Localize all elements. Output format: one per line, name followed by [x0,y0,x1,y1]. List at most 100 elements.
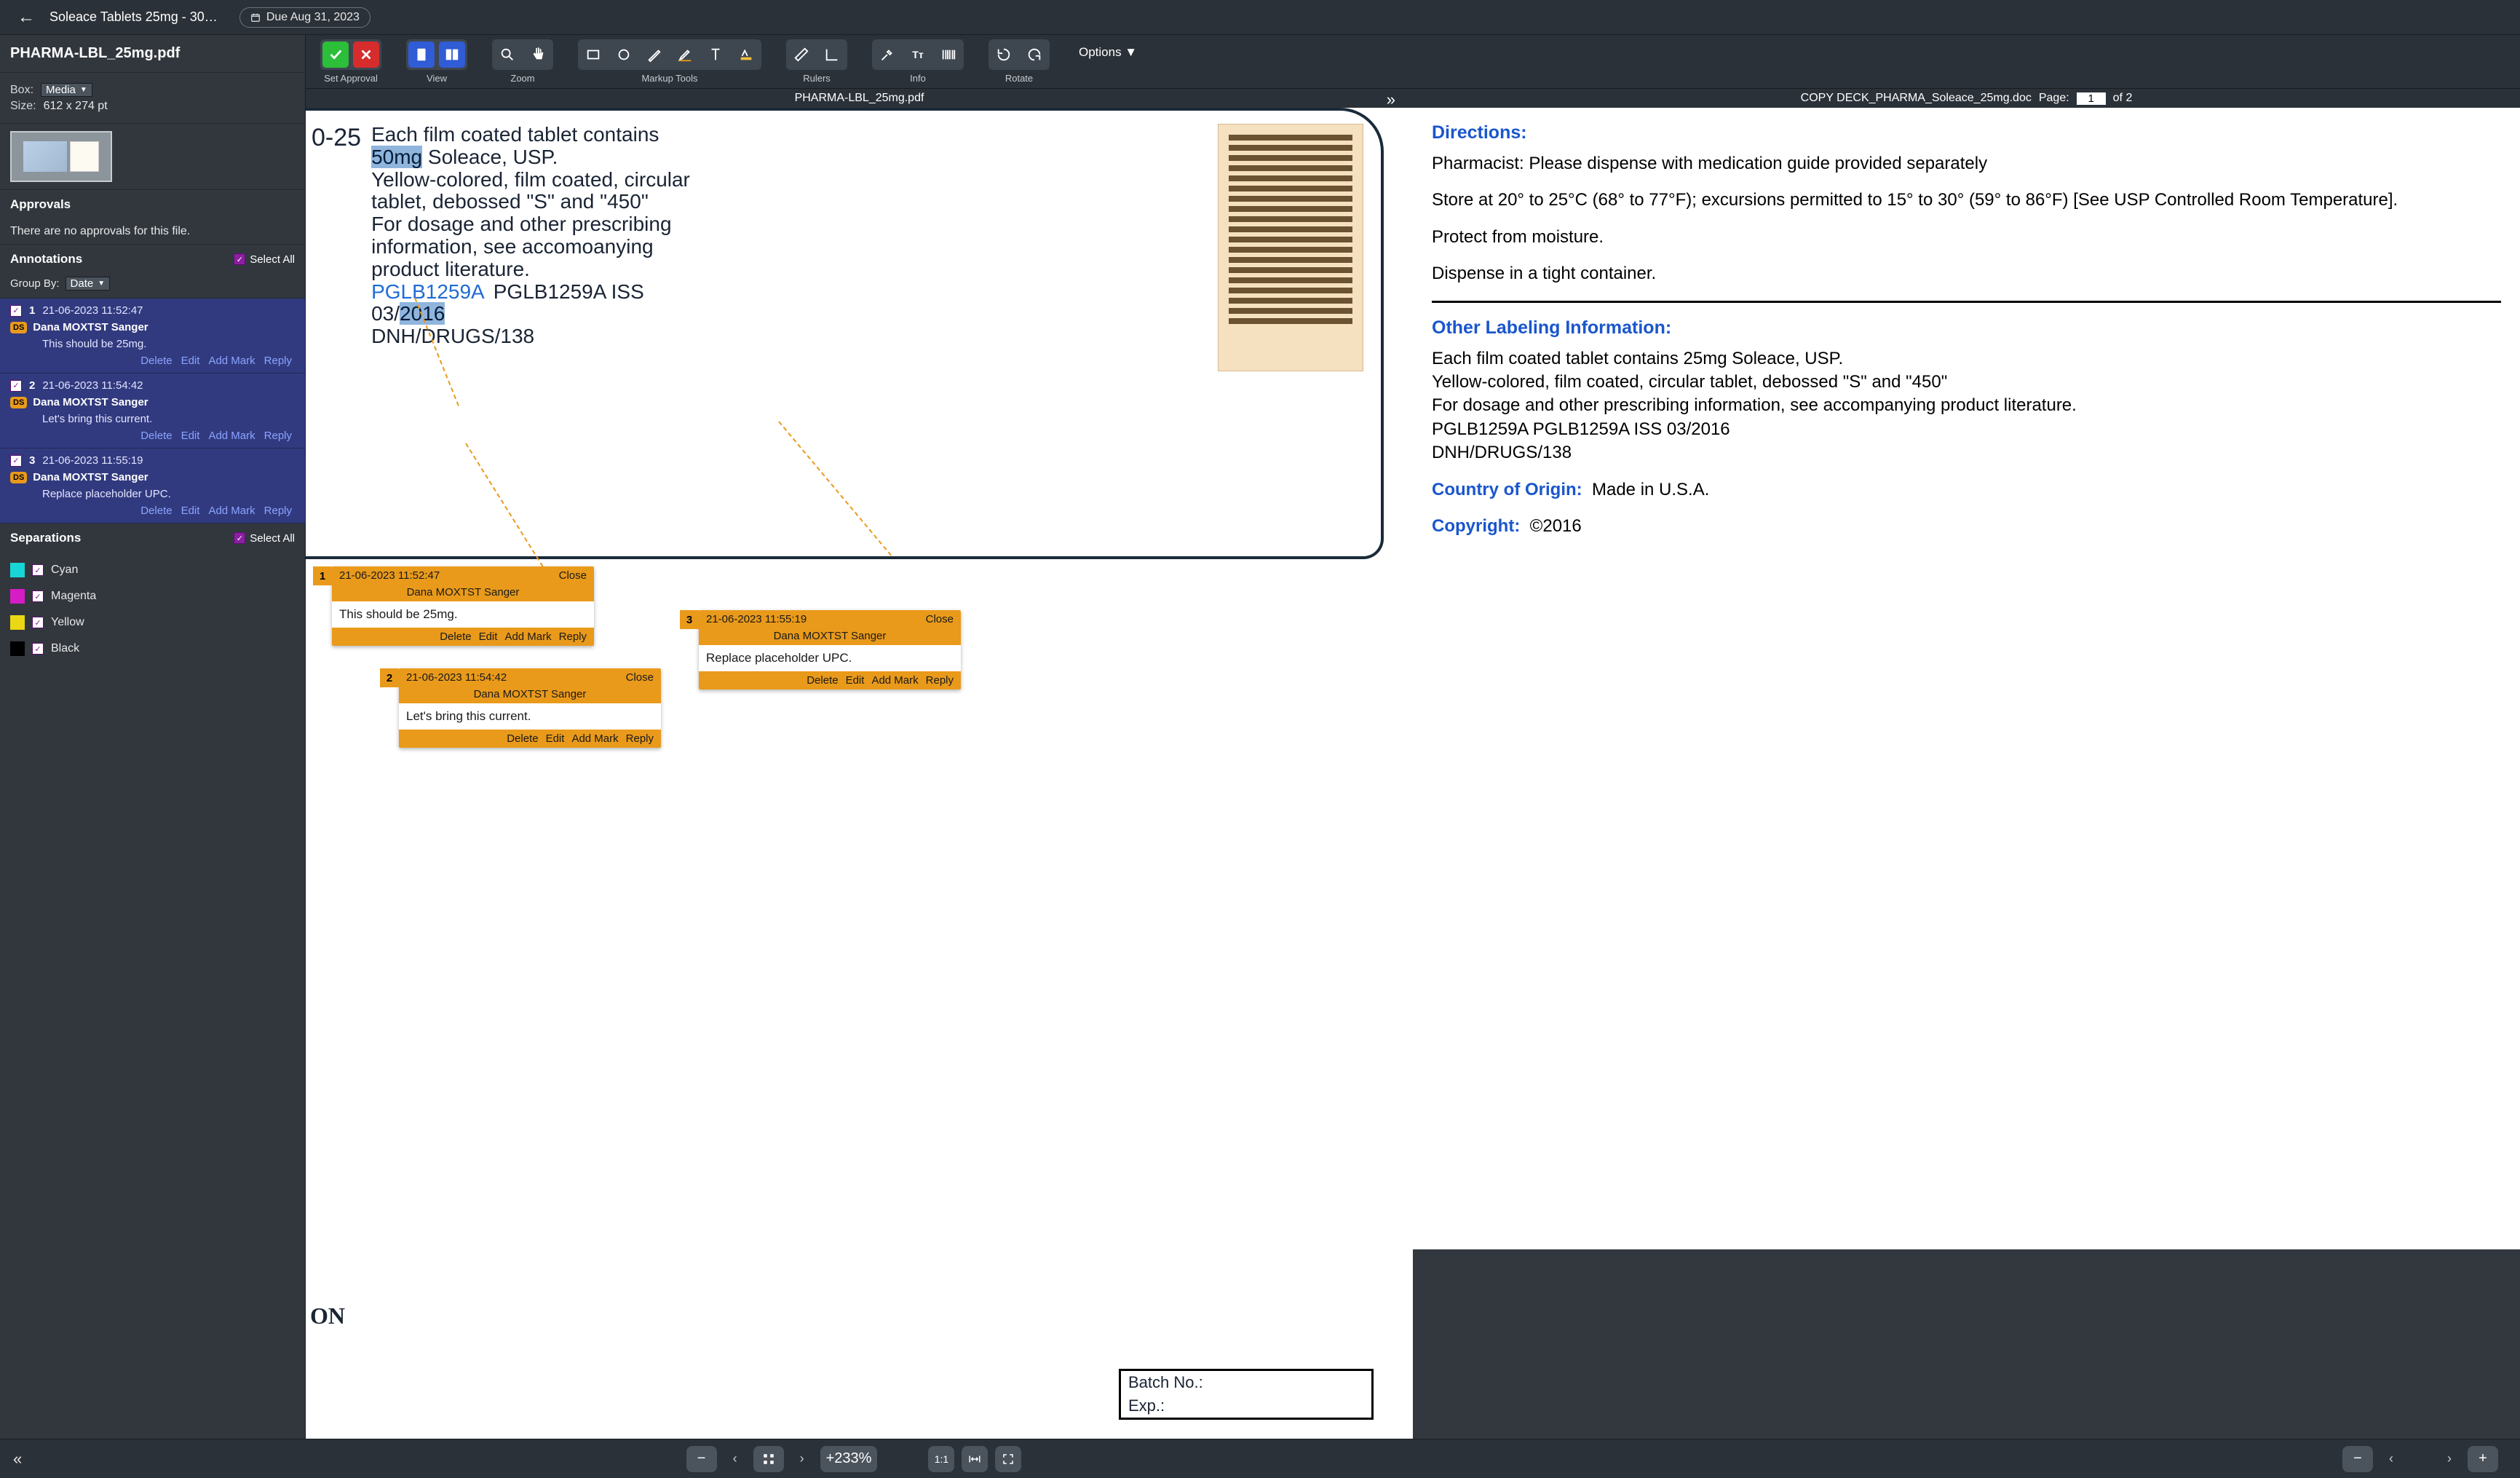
checkbox-checked-icon[interactable]: ✓ [32,590,44,602]
ann-reply[interactable]: Reply [264,505,292,517]
right-pane-controls: − ‹ › + [1402,1446,2520,1472]
checkbox-checked-icon[interactable]: ✓ [32,643,44,655]
ann-edit[interactable]: Edit [181,355,200,367]
checkbox-checked-icon[interactable]: ✓ [10,380,22,392]
ann-reply[interactable]: Reply [264,355,292,367]
tool-group-view: View [406,39,467,84]
ann-edit[interactable]: Edit [181,505,200,517]
approve-button[interactable] [322,42,349,68]
prev-icon[interactable]: ‹ [724,1448,746,1470]
fit-width-button[interactable] [962,1446,988,1472]
note-badge: 1 [313,566,332,585]
pan-tool-button[interactable] [525,42,551,68]
ann-delete[interactable]: Delete [140,430,172,442]
reject-button[interactable] [353,42,379,68]
back-arrow-icon[interactable]: ← [17,7,35,28]
author-badge: DS [10,472,27,483]
separation-row[interactable]: ✓Magenta [10,583,295,609]
text-info-button[interactable]: Tт [905,42,931,68]
prev-icon[interactable]: ‹ [2380,1448,2402,1470]
annotations-header: Annotations ✓ Select All [0,245,305,274]
zoom-value[interactable]: +233% [820,1446,878,1472]
chevron-right-icon[interactable]: » [1387,90,1395,109]
ann-delete[interactable]: Delete [140,505,172,517]
note-close[interactable]: Close [626,671,654,684]
color-swatch [10,615,25,630]
left-canvas[interactable]: 0-25 Each film coated tablet contains 50… [306,108,1413,1439]
zoom-out-button-right[interactable]: − [2342,1446,2373,1472]
copy-deck-document: Directions: Pharmacist: Please dispense … [1413,108,2520,1249]
author-badge: DS [10,397,27,408]
left-pane-controls: − ‹ › +233% 1:1 [306,1446,1402,1472]
separations-select-all[interactable]: ✓ Select All [234,532,295,545]
next-icon[interactable]: › [2438,1448,2460,1470]
collapse-sidebar-icon[interactable]: « [13,1450,22,1469]
separation-row[interactable]: ✓Yellow [10,609,295,636]
tool-group-approval: Set Approval [320,39,381,84]
annotation-item[interactable]: ✓221-06-2023 11:54:42 DSDana MOXTST Sang… [0,374,305,448]
ann-edit[interactable]: Edit [181,430,200,442]
options-menu[interactable]: Options ▼ [1074,39,1141,66]
rotate-ccw-button[interactable] [991,42,1017,68]
right-doc-tab: COPY DECK_PHARMA_Soleace_25mg.doc Page: … [1413,89,2520,108]
checkbox-checked-icon[interactable]: ✓ [10,455,22,467]
annotation-item[interactable]: ✓321-06-2023 11:55:19 DSDana MOXTST Sang… [0,448,305,523]
ann-addmark[interactable]: Add Mark [208,355,255,367]
group-by-select[interactable]: Date ▼ [66,277,111,291]
rectangle-tool-button[interactable] [580,42,606,68]
ann-addmark[interactable]: Add Mark [208,505,255,517]
on-label: ON [310,1303,345,1329]
separation-row[interactable]: ✓ Cyan [10,557,295,583]
batch-exp-box: Batch No.: Exp.: [1119,1369,1374,1420]
canvas-note-1[interactable]: 1 21-06-2023 11:52:47Close Dana MOXTST S… [332,566,594,646]
scale-1to1-button[interactable]: 1:1 [928,1446,954,1472]
ann-addmark[interactable]: Add Mark [208,430,255,442]
separations-header: Separations ✓ Select All [0,523,305,553]
zoom-out-button[interactable]: − [686,1446,717,1472]
highlight-tool-button[interactable] [672,42,698,68]
ann-reply[interactable]: Reply [264,430,292,442]
ruler-button[interactable] [788,42,815,68]
eyedropper-button[interactable] [874,42,900,68]
group-by-row: Group By: Date ▼ [0,274,305,299]
marker-tool-button[interactable] [733,42,759,68]
separation-name: Cyan [51,564,78,577]
ellipse-tool-button[interactable] [611,42,637,68]
canvas-note-2[interactable]: 2 21-06-2023 11:54:42Close Dana MOXTST S… [399,668,661,748]
thumbnail-strip [0,124,305,190]
checkbox-checked-icon: ✓ [234,253,245,265]
page-thumbnail[interactable] [10,131,112,182]
due-date-pill[interactable]: Due Aug 31, 2023 [239,7,371,28]
annotation-item[interactable]: ✓121-06-2023 11:52:47 DSDana MOXTST Sang… [0,299,305,374]
checkbox-checked-icon[interactable]: ✓ [10,305,22,317]
tool-group-markup: Markup Tools [578,39,761,84]
artwork-label: 0-25 Each film coated tablet contains 50… [306,108,1384,559]
grid-view-button[interactable] [753,1446,784,1472]
single-page-button[interactable] [408,42,435,68]
barcode-info-button[interactable] [935,42,962,68]
note-close[interactable]: Close [926,613,954,625]
canvas-note-3[interactable]: 3 21-06-2023 11:55:19Close Dana MOXTST S… [699,610,961,689]
compare-view-button[interactable] [439,42,465,68]
checkbox-checked-icon[interactable]: ✓ [32,564,44,576]
tool-group-rulers: Rulers [786,39,847,84]
checkbox-checked-icon[interactable]: ✓ [32,617,44,628]
page-input[interactable] [2077,92,2106,105]
freehand-tool-button[interactable] [641,42,667,68]
separation-row[interactable]: ✓Black [10,636,295,662]
right-canvas[interactable]: Directions: Pharmacist: Please dispense … [1413,108,2520,1439]
top-bar: ← Soleace Tablets 25mg - 30… Due Aug 31,… [0,0,2520,35]
rotate-cw-button[interactable] [1021,42,1047,68]
size-value: 612 x 274 pt [44,100,108,113]
text-tool-button[interactable] [702,42,729,68]
next-icon[interactable]: › [791,1448,813,1470]
box-select[interactable]: Media ▼ [41,83,92,97]
zoom-in-button-right[interactable]: + [2468,1446,2498,1472]
ann-delete[interactable]: Delete [140,355,172,367]
barcode-placeholder [1218,124,1363,371]
note-close[interactable]: Close [559,569,587,582]
zoom-tool-button[interactable] [494,42,520,68]
annotations-select-all[interactable]: ✓ Select All [234,253,295,266]
fit-screen-button[interactable] [995,1446,1021,1472]
ruler-square-button[interactable] [819,42,845,68]
